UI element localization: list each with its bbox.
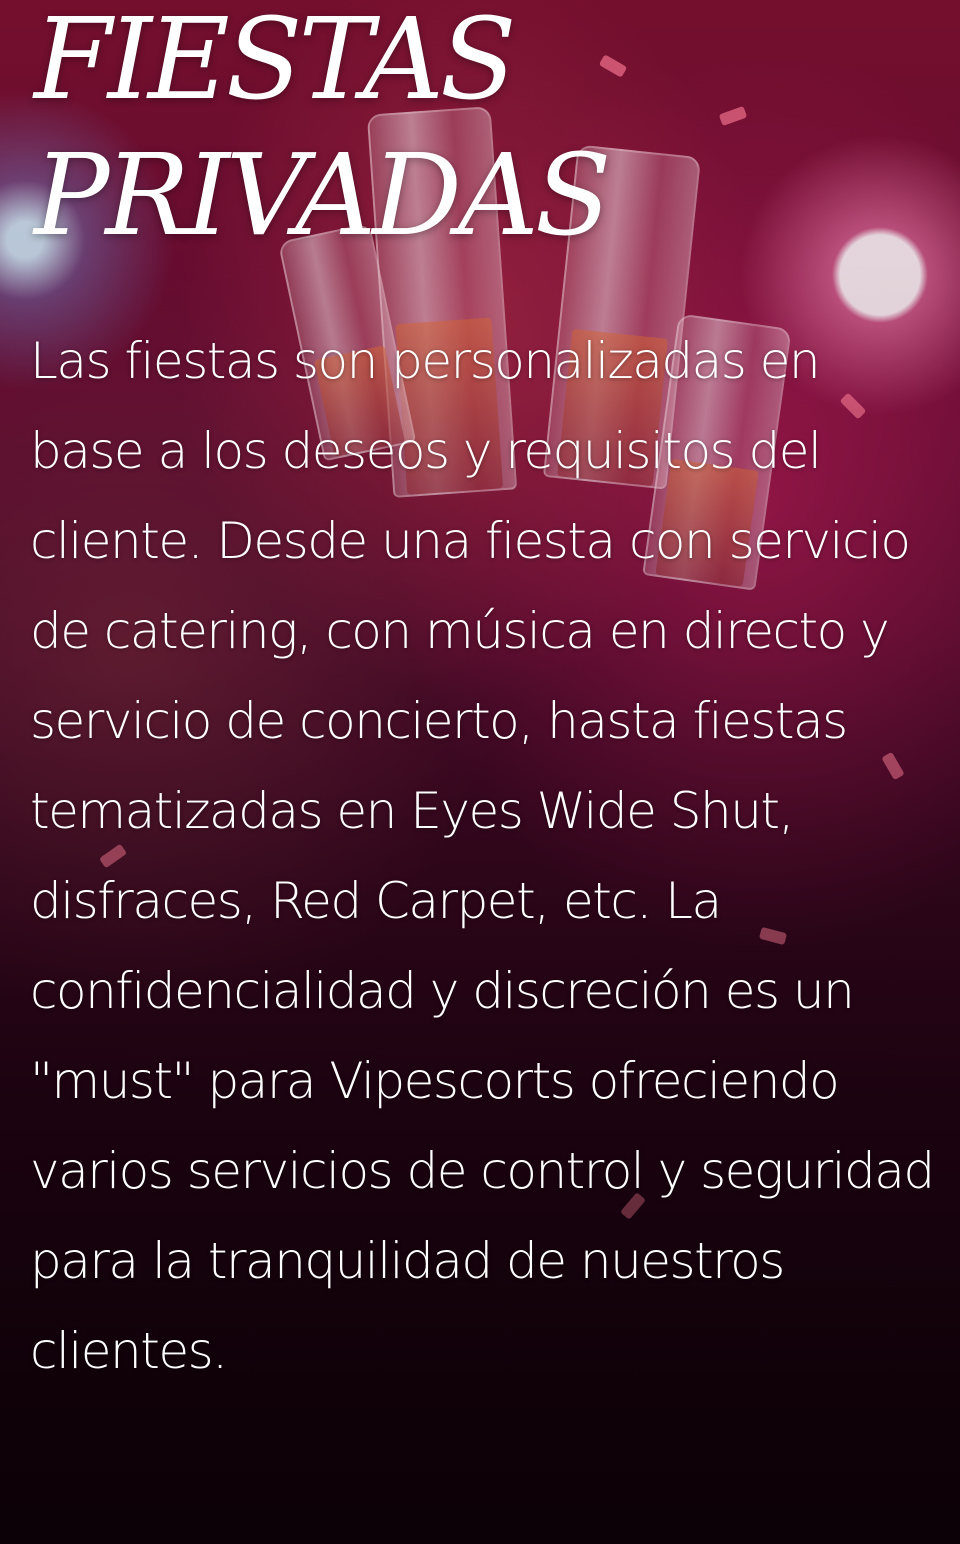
section-description: Las fiestas son personalizadas en base a…	[30, 332, 935, 1380]
title-line-1: FIESTAS	[34, 0, 517, 125]
section-title: FIESTAS PRIVADAS	[34, 0, 611, 264]
title-line-2: PRIVADAS	[34, 131, 611, 261]
